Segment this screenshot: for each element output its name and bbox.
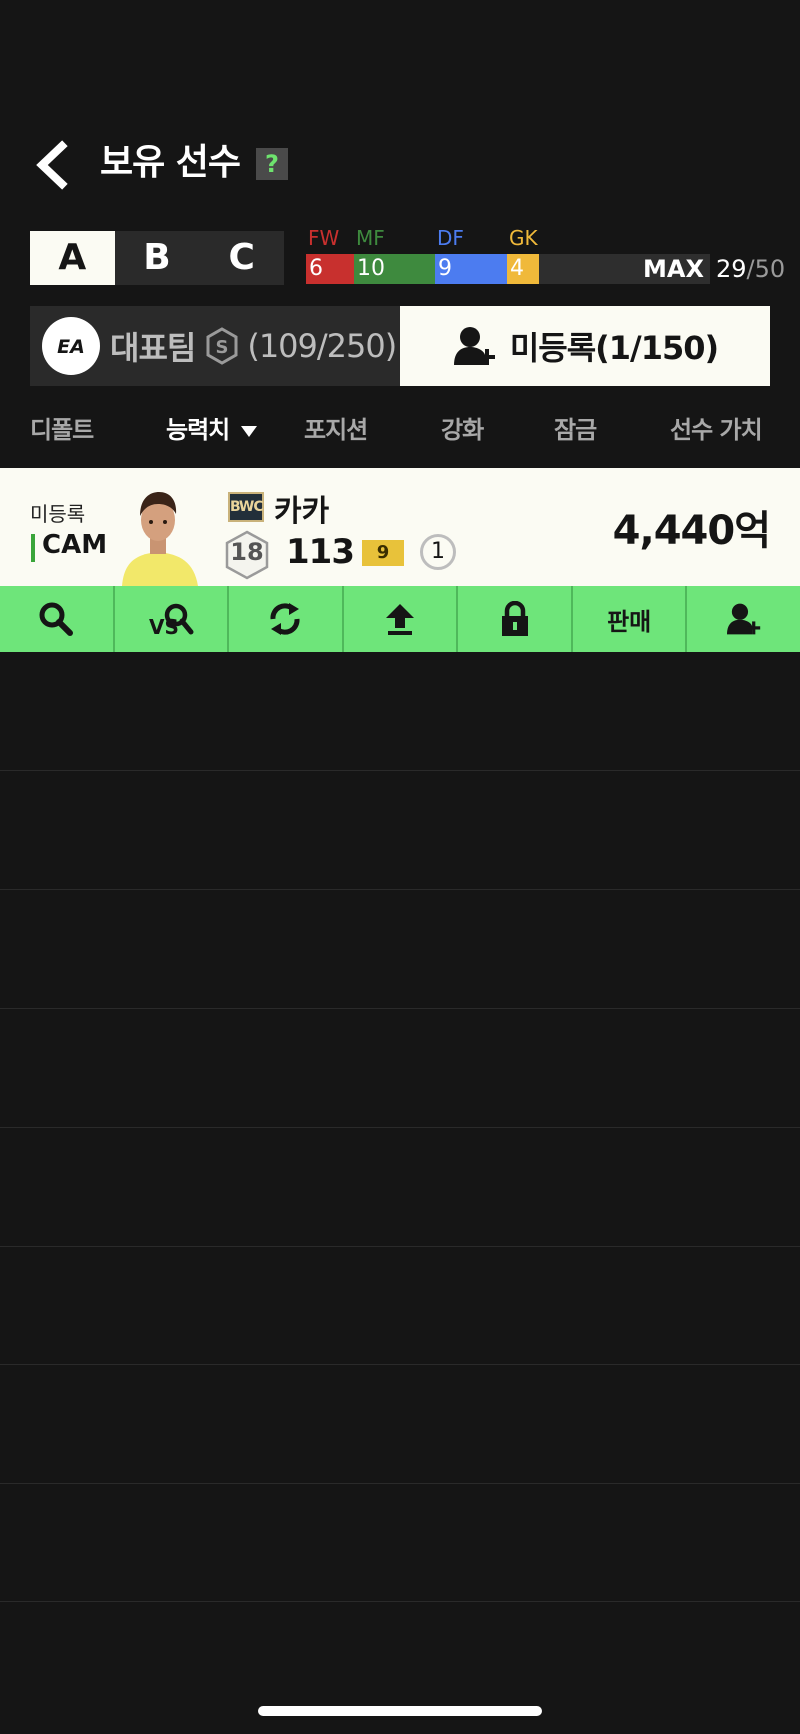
- mf-count: 10: [354, 254, 435, 284]
- squad-tab-c[interactable]: C: [199, 231, 284, 285]
- sell-label: 판매: [607, 607, 652, 636]
- lock-button[interactable]: [458, 586, 573, 652]
- team-count: (109/250): [247, 327, 397, 365]
- unregistered-button[interactable]: 미등록(1/150): [400, 306, 770, 386]
- list-divider: [0, 1246, 800, 1247]
- list-divider: [0, 770, 800, 771]
- lock-icon: [501, 601, 528, 636]
- register-player-button[interactable]: [687, 586, 800, 652]
- squad-tab-b[interactable]: B: [115, 231, 200, 285]
- sort-tab-ability[interactable]: 능력치: [166, 408, 259, 452]
- search-icon: [39, 602, 74, 636]
- player-count: 1: [420, 534, 456, 570]
- sort-tab-value[interactable]: 선수 가치: [670, 408, 763, 452]
- vs-compare-icon: VS: [149, 603, 194, 637]
- action-bar: VS 판매: [0, 586, 800, 652]
- squad-tab-a[interactable]: A: [30, 231, 115, 285]
- upgrade-button[interactable]: [344, 586, 459, 652]
- ea-logo-icon: EA: [42, 317, 100, 375]
- fw-label: FW: [308, 226, 340, 250]
- sort-tab-default[interactable]: 디폴트: [30, 408, 94, 452]
- list-divider: [0, 1601, 800, 1602]
- upgrade-arrow-icon: [386, 604, 415, 635]
- gk-label: GK: [509, 226, 538, 250]
- sort-tab-lock[interactable]: 잠금: [554, 408, 597, 452]
- df-count: 9: [435, 254, 507, 284]
- help-button[interactable]: ?: [256, 148, 288, 180]
- caret-down-icon: [240, 426, 257, 437]
- sort-tab-ability-label: 능력치: [166, 416, 230, 444]
- user-add-icon: [726, 603, 760, 635]
- home-indicator[interactable]: [258, 1706, 542, 1716]
- list-divider: [0, 889, 800, 890]
- back-button[interactable]: [30, 140, 74, 190]
- page-title: 보유 선수: [100, 142, 241, 183]
- slot-used: 29: [716, 255, 747, 283]
- swap-icon: [270, 603, 300, 635]
- compare-button[interactable]: VS: [115, 586, 230, 652]
- team-button[interactable]: EA 대표팀 S (109/250): [30, 306, 400, 386]
- back-icon: [36, 140, 68, 190]
- unregistered-label: 미등록(1/150): [509, 329, 719, 367]
- player-portrait: [118, 484, 200, 586]
- df-label: DF: [437, 226, 464, 250]
- slot-separator: /: [746, 255, 755, 283]
- mf-label: MF: [356, 226, 385, 250]
- max-label: MAX: [643, 255, 704, 283]
- grade-badge: 9: [362, 540, 404, 566]
- user-add-icon: [453, 327, 495, 365]
- position-distribution-bar: 6 10 9 4 MAX: [306, 254, 710, 284]
- swap-button[interactable]: [229, 586, 344, 652]
- list-divider: [0, 1127, 800, 1128]
- position-color-bar: [31, 534, 35, 562]
- search-button[interactable]: [0, 586, 115, 652]
- player-ovr: 113: [286, 532, 355, 572]
- player-row[interactable]: 미등록 CAM BWC 카카 18 113 9 1 4,440억: [0, 468, 800, 586]
- list-divider: [0, 1364, 800, 1365]
- shield-s-icon: S: [206, 327, 238, 365]
- list-divider: [0, 1008, 800, 1009]
- slot-count: 29/50: [716, 254, 785, 284]
- season-badge: BWC: [228, 492, 264, 522]
- player-status: 미등록: [30, 502, 86, 526]
- sort-tabs: 디폴트 능력치 포지션 강화 잠금 선수 가치: [0, 408, 800, 452]
- team-name: 대표팀: [110, 329, 196, 367]
- gk-count: 4: [507, 254, 539, 284]
- sort-tab-enhance[interactable]: 강화: [441, 408, 484, 452]
- sell-button[interactable]: 판매: [573, 586, 688, 652]
- player-name: 카카: [274, 494, 330, 529]
- player-price: 4,440억: [612, 508, 771, 554]
- player-position: CAM: [42, 530, 108, 560]
- player-level: 18: [230, 538, 264, 566]
- sort-tab-position[interactable]: 포지션: [304, 408, 368, 452]
- svg-text:S: S: [216, 337, 229, 358]
- svg-text:EA: EA: [57, 336, 85, 356]
- slot-max: 50: [754, 255, 786, 283]
- squad-tabs: A B C: [30, 231, 284, 285]
- fw-count: 6: [306, 254, 354, 284]
- list-divider: [0, 1483, 800, 1484]
